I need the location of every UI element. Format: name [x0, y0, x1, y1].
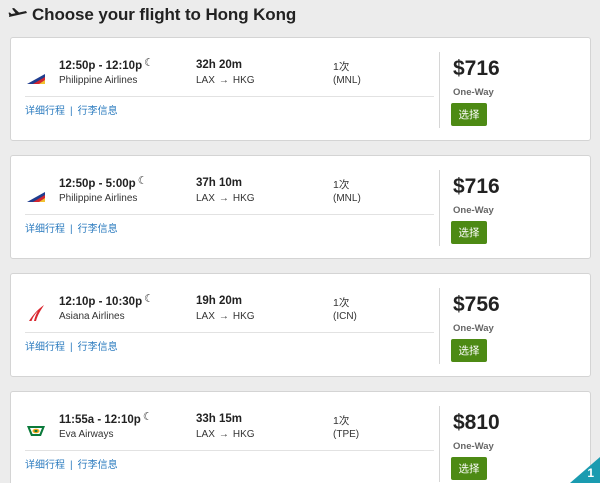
flight-card: 12:50p - 12:10p ☾ Philippine Airlines 32h…	[10, 37, 591, 141]
stops-count: 1次	[333, 179, 350, 191]
baggage-info-link[interactable]: 行李信息	[78, 224, 118, 235]
divider	[439, 288, 440, 364]
flight-duration: 33h 15m	[196, 413, 243, 425]
airline-name: Eva Airways	[59, 429, 114, 440]
card-links: 详细行程 | 行李信息	[25, 220, 118, 235]
stopover-airport: (TPE)	[333, 429, 360, 440]
flight-route: LAX → HKG	[196, 311, 255, 322]
select-button[interactable]: 选择	[451, 339, 487, 362]
select-button[interactable]: 选择	[451, 221, 487, 244]
stops-count: 1次	[333, 61, 350, 73]
stops-count: 1次	[333, 415, 350, 427]
itinerary-details-link[interactable]: 详细行程	[25, 342, 65, 353]
flight-times: 12:50p - 12:10p ☾	[59, 57, 154, 72]
philippine-airlines-logo-icon	[27, 192, 45, 202]
link-separator: |	[70, 106, 73, 117]
arrow-right-icon: →	[218, 429, 229, 440]
stopover-airport: (MNL)	[333, 75, 361, 86]
divider	[439, 170, 440, 246]
airline-name: Asiana Airlines	[59, 311, 125, 322]
badge-count: 1	[587, 466, 594, 480]
airline-name: Philippine Airlines	[59, 75, 138, 86]
flight-route: LAX → HKG	[196, 429, 255, 440]
flight-times: 12:10p - 10:30p ☾	[59, 293, 154, 308]
link-separator: |	[70, 224, 73, 235]
price: $810	[453, 411, 500, 434]
link-separator: |	[70, 342, 73, 353]
select-button[interactable]: 选择	[451, 457, 487, 480]
itinerary-details-link[interactable]: 详细行程	[25, 106, 65, 117]
baggage-info-link[interactable]: 行李信息	[78, 106, 118, 117]
itinerary-details-link[interactable]: 详细行程	[25, 224, 65, 235]
flight-duration: 37h 10m	[196, 177, 243, 189]
divider	[25, 96, 434, 97]
price: $716	[453, 57, 500, 80]
flight-times: 12:50p - 5:00p ☾	[59, 175, 148, 190]
select-button[interactable]: 选择	[451, 103, 487, 126]
arrow-right-icon: →	[218, 193, 229, 204]
price: $756	[453, 293, 500, 316]
flight-card: 12:10p - 10:30p ☾ Asiana Airlines 19h 20m…	[10, 273, 591, 377]
itinerary-details-link[interactable]: 详细行程	[25, 460, 65, 471]
stopover-airport: (MNL)	[333, 193, 361, 204]
flight-times: 11:55a - 12:10p ☾	[59, 411, 153, 426]
price: $716	[453, 175, 500, 198]
divider	[25, 214, 434, 215]
baggage-info-link[interactable]: 行李信息	[78, 342, 118, 353]
arrow-right-icon: →	[218, 311, 229, 322]
flight-card: 12:50p - 5:00p ☾ Philippine Airlines 37h …	[10, 155, 591, 259]
page-title: Choose your flight to Hong Kong	[32, 5, 297, 24]
overnight-moon-icon: ☾	[137, 175, 148, 187]
stops-count: 1次	[333, 297, 350, 309]
card-links: 详细行程 | 行李信息	[25, 102, 118, 117]
flight-route: LAX → HKG	[196, 193, 255, 204]
airplane-icon	[8, 8, 27, 17]
asiana-airlines-logo-icon	[29, 305, 44, 321]
divider	[439, 52, 440, 128]
trip-type: One-Way	[453, 441, 494, 452]
trip-type: One-Way	[453, 323, 494, 334]
divider	[25, 450, 434, 451]
card-links: 详细行程 | 行李信息	[25, 338, 118, 353]
arrow-right-icon: →	[218, 75, 229, 86]
corner-triangle-icon	[570, 457, 600, 483]
link-separator: |	[70, 460, 73, 471]
flight-duration: 32h 20m	[196, 59, 243, 71]
baggage-info-link[interactable]: 行李信息	[78, 460, 118, 471]
trip-type: One-Way	[453, 205, 494, 216]
divider	[439, 406, 440, 482]
overnight-moon-icon: ☾	[144, 57, 154, 69]
stopover-airport: (ICN)	[333, 311, 357, 322]
card-links: 详细行程 | 行李信息	[25, 456, 118, 471]
divider	[25, 332, 434, 333]
airline-name: Philippine Airlines	[59, 193, 138, 204]
overnight-moon-icon: ☾	[142, 411, 153, 423]
flight-card: 11:55a - 12:10p ☾ Eva Airways 33h 15m LAX…	[10, 391, 591, 483]
flight-route: LAX → HKG	[196, 75, 255, 86]
trip-type: One-Way	[453, 87, 494, 98]
philippine-airlines-logo-icon	[27, 74, 45, 84]
eva-airways-logo-icon	[27, 426, 45, 436]
flight-duration: 19h 20m	[196, 295, 243, 307]
page-header: Choose your flight to Hong Kong	[0, 0, 600, 30]
corner-count-badge[interactable]: 1	[570, 457, 600, 483]
overnight-moon-icon: ☾	[144, 293, 154, 305]
